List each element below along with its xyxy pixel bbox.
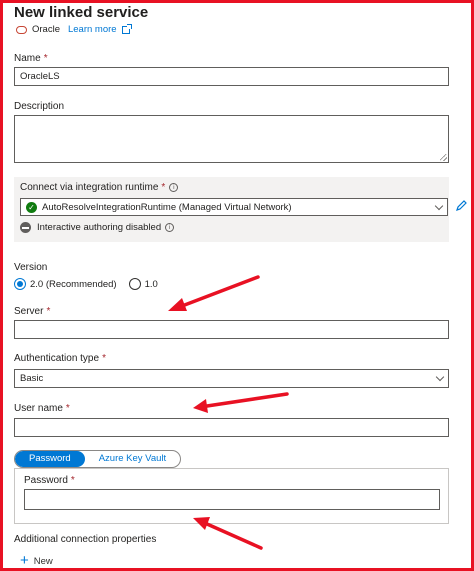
authoring-status-text: Interactive authoring disabled: [37, 222, 162, 233]
version-radio-group: 2.0 (Recommended) 1.0: [14, 278, 158, 290]
runtime-value: AutoResolveIntegrationRuntime (Managed V…: [42, 201, 292, 213]
description-textarea[interactable]: [14, 115, 449, 163]
plus-icon: +: [20, 552, 29, 569]
required-asterisk: *: [46, 306, 51, 317]
new-property-label: New: [33, 555, 53, 567]
learn-more-link[interactable]: Learn more: [68, 24, 117, 35]
external-link-icon[interactable]: [121, 23, 132, 34]
info-icon[interactable]: i: [169, 183, 179, 192]
name-label: Name *: [14, 53, 48, 64]
server-label: Server *: [14, 306, 51, 317]
user-name-label: User name *: [14, 403, 70, 414]
annotation-arrow: [168, 275, 260, 311]
name-input[interactable]: OracleLS: [14, 67, 449, 86]
password-input[interactable]: [24, 489, 440, 510]
user-name-input[interactable]: [14, 418, 449, 437]
auth-type-label: Authentication type *: [14, 353, 106, 364]
authoring-status: Interactive authoring disabled i: [20, 222, 175, 233]
server-input[interactable]: [14, 320, 449, 339]
password-source-toggle: Password Azure Key Vault: [14, 450, 182, 468]
version-2-radio[interactable]: [14, 278, 26, 290]
service-subtitle: Oracle Learn more: [16, 23, 132, 36]
edit-pencil-icon[interactable]: [455, 199, 468, 212]
auth-type-select[interactable]: Basic: [14, 369, 449, 388]
runtime-select[interactable]: ✓ AutoResolveIntegrationRuntime (Managed…: [20, 198, 448, 216]
info-icon[interactable]: i: [165, 223, 175, 232]
version-1-label[interactable]: 1.0: [145, 279, 158, 290]
additional-properties-label: Additional connection properties: [14, 534, 157, 545]
annotation-arrow: [193, 392, 289, 413]
page-title: New linked service: [14, 4, 149, 21]
required-asterisk: *: [102, 353, 106, 364]
check-circle-icon: ✓: [26, 201, 37, 213]
blocked-icon: [20, 222, 31, 233]
annotation-arrow: [193, 517, 263, 550]
version-1-radio[interactable]: [128, 278, 141, 290]
oracle-logo-icon: [16, 25, 27, 34]
version-2-label[interactable]: 2.0 (Recommended): [30, 279, 117, 290]
version-label: Version: [14, 262, 48, 273]
tab-azure-key-vault[interactable]: Azure Key Vault: [85, 451, 180, 467]
new-property-button[interactable]: + New: [20, 552, 53, 569]
resize-grip-icon[interactable]: [440, 154, 447, 161]
required-asterisk: *: [70, 475, 75, 486]
auth-type-value: Basic: [20, 373, 44, 384]
runtime-label: Connect via integration runtime * i: [20, 182, 179, 193]
chevron-down-icon: [435, 372, 445, 382]
description-label: Description: [14, 101, 65, 112]
password-label: Password *: [24, 475, 75, 486]
required-asterisk: *: [161, 182, 166, 193]
required-asterisk: *: [65, 403, 70, 414]
service-name: Oracle: [32, 24, 60, 35]
required-asterisk: *: [43, 53, 48, 64]
chevron-down-icon: [434, 201, 444, 210]
tab-password[interactable]: Password: [15, 451, 85, 467]
